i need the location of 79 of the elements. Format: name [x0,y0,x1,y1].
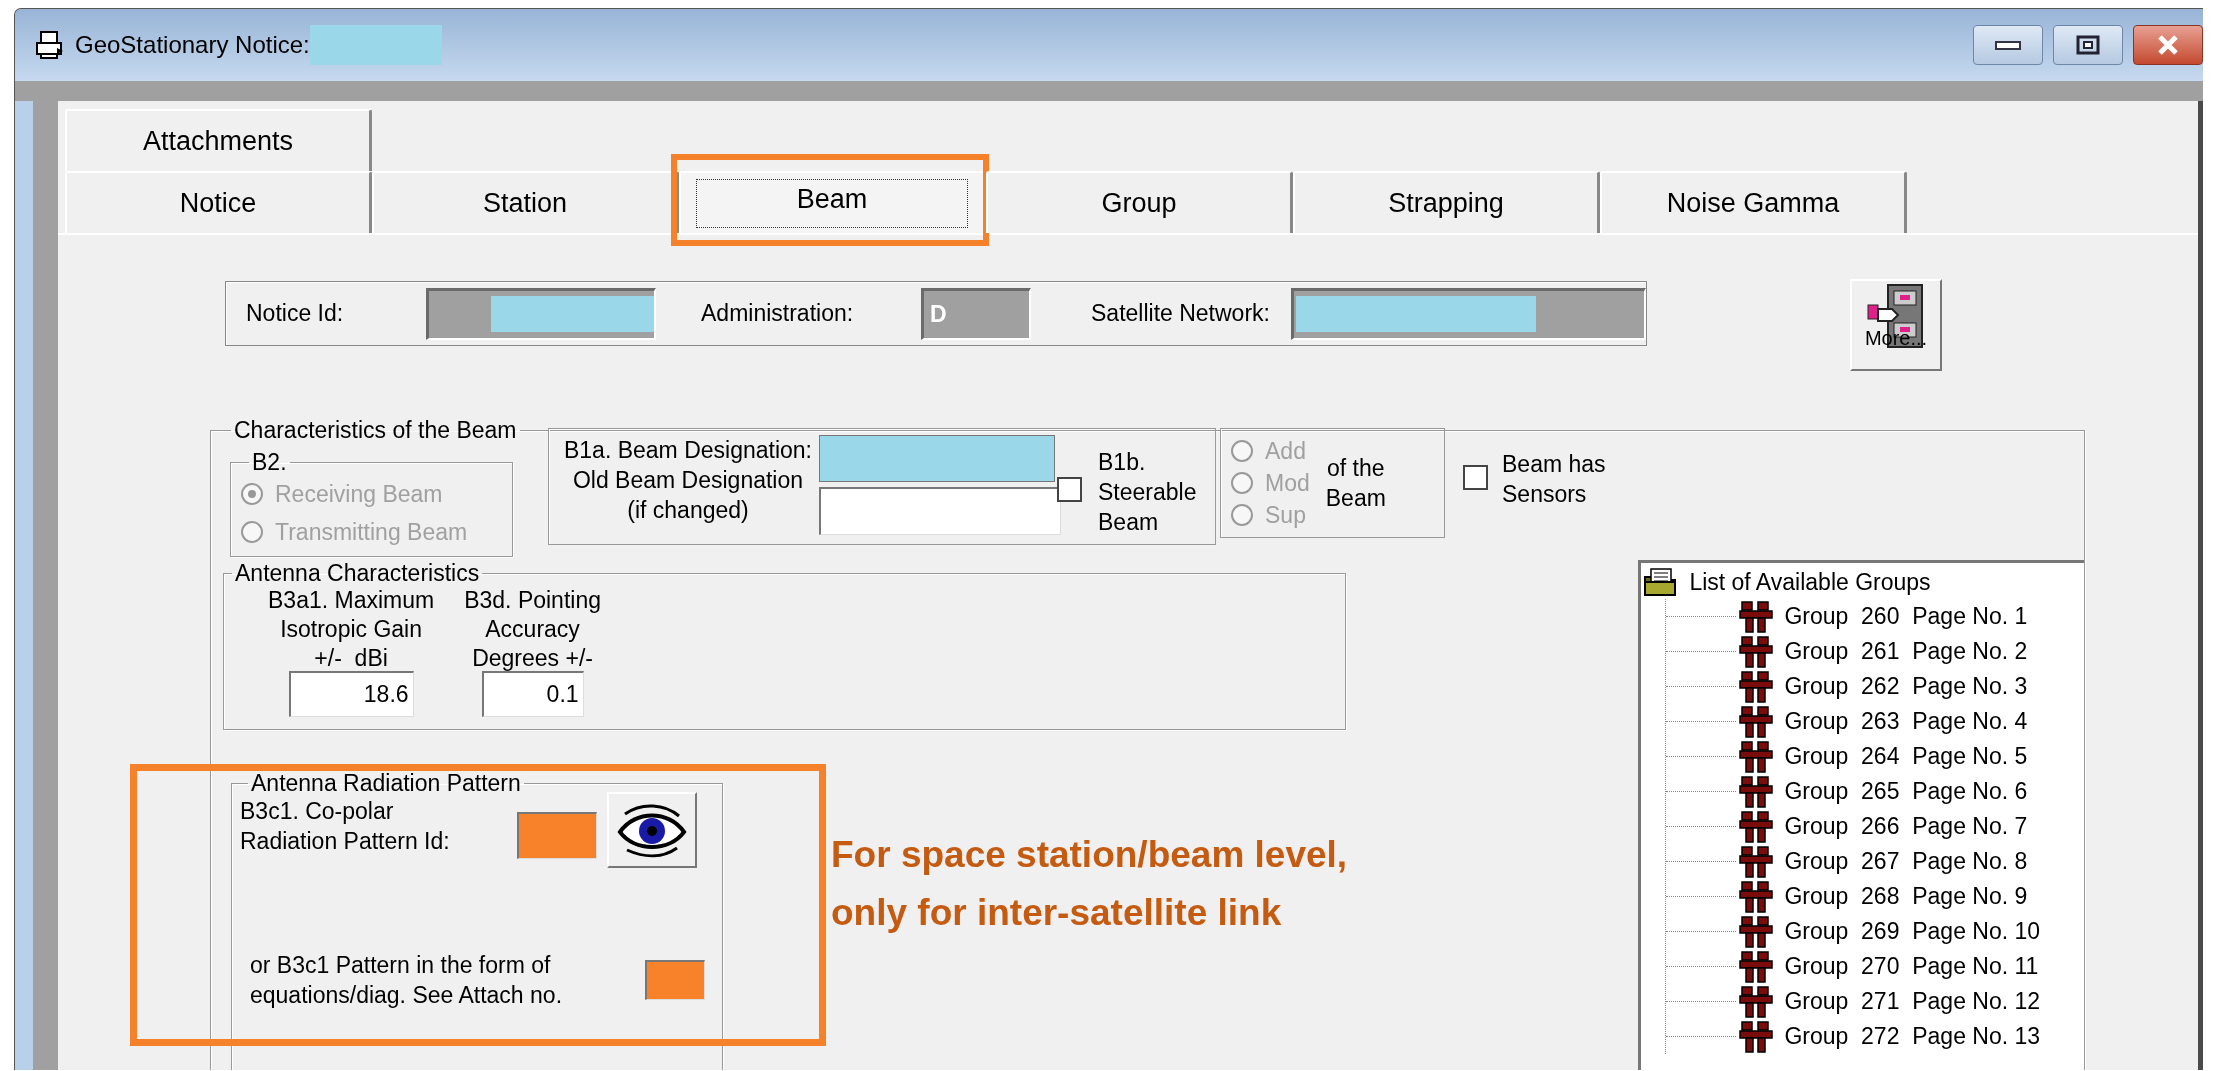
group-icon [1738,669,1775,704]
checkbox[interactable] [1057,477,1082,502]
group-icon [1738,914,1775,949]
filing-cabinet-icon [1866,283,1926,349]
minimize-button[interactable] [1973,25,2043,65]
group-icon [1738,739,1775,774]
field-label: B1a. Beam Designation: [563,436,812,465]
tab[interactable]: Noise Gamma [1600,171,1907,233]
checkbox-label: Beam has Sensors [1502,450,1606,509]
tree-item[interactable]: Group 267 Page No. 8 [1784,848,2028,875]
field-label: or B3c1 Pattern in the form of equations/diag. See Attach no. [250,951,564,1010]
tree-item[interactable]: Group 265 Page No. 6 [1784,778,2028,805]
input-field[interactable] [426,287,656,340]
tree-item[interactable]: Group 269 Page No. 10 [1784,918,2041,945]
eye-icon [617,802,687,858]
field-label: Notice Id: [246,300,345,327]
tree-item[interactable]: Group 264 Page No. 5 [1784,743,2028,770]
annotation-text: For space station/beam level, only for inter-satellite link [831,833,1348,935]
group-title: B2. [251,449,288,475]
group-icon [1738,1019,1775,1054]
input-field[interactable]: 18.6 [288,671,414,717]
window-title: GeoStationary Notice: [75,31,310,59]
minimize-icon [1995,39,2021,51]
input-field[interactable] [819,487,1061,535]
group-title: Antenna Radiation Pattern [250,770,522,796]
group-icon [1738,634,1775,669]
tree-item[interactable]: Group 262 Page No. 3 [1784,673,2028,700]
more-button[interactable]: More... [1850,279,1942,371]
group-icon [1738,704,1775,739]
tab[interactable]: Notice [65,171,372,233]
view-button[interactable] [607,792,697,868]
group-icon [1738,984,1775,1019]
field-label: Satellite Network: [1091,300,1271,327]
tree-item[interactable]: Group 260 Page No. 1 [1784,603,2028,630]
checkbox-label: B1b. Steerable Beam [1098,448,1197,537]
tab[interactable]: Attachments [65,109,372,171]
maximize-button[interactable] [2053,25,2123,65]
field-label: B3d. Pointing Accuracy Degrees +/- [464,586,601,673]
radio-label: Add [1265,437,1306,465]
radio-label: Transmitting Beam [275,518,468,546]
input-field[interactable] [517,812,597,859]
group-title: Characteristics of the Beam [233,417,518,443]
checkbox[interactable] [1463,465,1488,490]
maximize-icon [2076,35,2100,55]
tree-item[interactable]: Group 272 Page No. 13 [1784,1023,2041,1050]
input-field[interactable] [1291,287,1646,340]
input-field[interactable] [819,435,1055,482]
radio-label: Sup [1265,501,1306,529]
radio-label: Mod [1265,469,1310,497]
input-field[interactable]: 0.1 [481,671,584,717]
field-label: B3c1. Co-polar Radiation Pattern Id: [240,797,451,856]
folder-icon [1643,567,1678,597]
tab[interactable]: Strapping [1293,171,1600,233]
group-icon [1738,879,1775,914]
tab[interactable]: Station [372,171,679,233]
field-label: Administration: [701,300,855,327]
group-icon [1738,599,1775,634]
group-title: Antenna Characteristics [234,560,481,586]
tree-item[interactable]: Group 261 Page No. 2 [1784,638,2028,665]
tree-item[interactable]: Group 266 Page No. 7 [1784,813,2028,840]
tree-item[interactable]: Group 268 Page No. 9 [1784,883,2028,910]
close-button[interactable] [2133,25,2203,65]
close-icon [2156,33,2180,57]
tree-item[interactable]: Group 263 Page No. 4 [1784,708,2028,735]
tab[interactable]: Group [986,171,1293,233]
tab[interactable]: Beam [679,171,986,233]
radio-label: Receiving Beam [275,480,443,508]
group-icon [1738,949,1775,984]
group-label: of the Beam [1325,454,1386,513]
printer-icon [35,30,65,60]
group-icon [1738,809,1775,844]
group-icon [1738,774,1775,809]
group-icon [1738,844,1775,879]
tree-item[interactable]: Group 270 Page No. 11 [1784,953,2039,980]
input-field[interactable] [645,960,705,1000]
tree-item[interactable]: Group 271 Page No. 12 [1784,988,2041,1015]
field-label: Old Beam Designation (if changed) [572,466,804,525]
field-label: B3a1. Maximum Isotropic Gain +/- dBi [268,586,435,673]
tree-item[interactable]: List of Available Groups [1689,568,1931,596]
